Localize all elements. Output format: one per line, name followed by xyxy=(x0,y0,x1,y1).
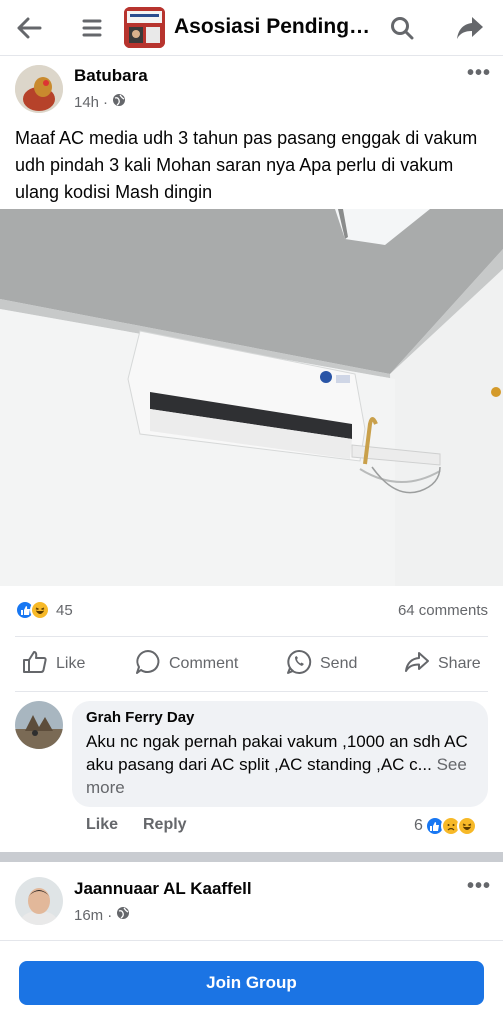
next-post-author-avatar[interactable] xyxy=(15,877,63,925)
haha-reaction-icon xyxy=(456,816,477,836)
comment-reactions[interactable]: 6 xyxy=(414,816,477,836)
bottom-action-bar: Join Group xyxy=(0,940,503,1024)
next-post-time[interactable]: 16m xyxy=(74,907,103,924)
comment-text: Aku nc ngak pernah pakai vakum ,1000 an … xyxy=(86,730,474,799)
globe-icon xyxy=(116,906,130,924)
whatsapp-send-icon xyxy=(286,649,312,680)
haha-reaction-icon xyxy=(30,600,50,620)
post-photo[interactable] xyxy=(0,209,503,586)
like-button[interactable]: Like xyxy=(22,648,85,680)
send-label: Send xyxy=(320,655,358,672)
comment-author-name[interactable]: Grah Ferry Day xyxy=(86,709,474,726)
comment-reply-button[interactable]: Reply xyxy=(143,816,187,834)
comment-label: Comment xyxy=(169,655,239,672)
next-post-author-name[interactable]: Jaannuaar AL Kaaffell xyxy=(74,879,252,899)
comment-icon xyxy=(135,649,161,680)
back-arrow-icon[interactable] xyxy=(11,10,47,46)
group-thumbnail[interactable] xyxy=(124,7,165,48)
send-button[interactable]: Send xyxy=(286,648,357,680)
top-app-bar: Asosiasi Pendingin... xyxy=(0,0,503,56)
post-options-icon[interactable]: ••• xyxy=(467,62,491,85)
post-author-name[interactable]: Batubara xyxy=(74,66,148,86)
post-text: Maaf AC media udh 3 tahun pas pasang eng… xyxy=(15,128,478,202)
post-meta: 14h · xyxy=(74,93,126,111)
post-time[interactable]: 14h xyxy=(74,94,99,111)
next-post-options-icon[interactable]: ••• xyxy=(467,875,491,898)
author-avatar[interactable] xyxy=(15,65,63,113)
like-icon xyxy=(22,650,48,679)
comment-button[interactable]: Comment xyxy=(135,648,238,680)
share-label: Share xyxy=(438,655,481,672)
group-title[interactable]: Asosiasi Pendingin... xyxy=(174,15,374,39)
like-label: Like xyxy=(56,655,86,672)
search-icon[interactable] xyxy=(384,10,420,46)
share-button[interactable]: Share xyxy=(404,648,481,680)
comment-bubble: Grah Ferry Day Aku nc ngak pernah pakai … xyxy=(72,701,488,807)
reactions-summary[interactable]: 45 xyxy=(15,600,73,620)
comment-like-button[interactable]: Like xyxy=(86,816,118,834)
comments-count[interactable]: 64 comments xyxy=(398,602,488,619)
share-icon xyxy=(404,651,430,678)
menu-icon[interactable] xyxy=(74,10,110,46)
reaction-count: 45 xyxy=(56,601,73,619)
comment-reaction-count: 6 xyxy=(414,817,423,834)
post-separator xyxy=(0,852,503,862)
join-group-button[interactable]: Join Group xyxy=(19,961,484,1005)
meta-separator: · xyxy=(103,93,109,111)
meta-separator: · xyxy=(107,906,113,924)
commenter-avatar[interactable] xyxy=(15,701,63,749)
comment-body: Aku nc ngak pernah pakai vakum ,1000 an … xyxy=(86,732,468,774)
share-arrow-icon[interactable] xyxy=(452,10,488,46)
next-post-meta: 16m · xyxy=(74,906,130,924)
actions-divider xyxy=(15,691,488,692)
globe-icon xyxy=(112,93,126,111)
reaction-divider xyxy=(15,636,488,637)
